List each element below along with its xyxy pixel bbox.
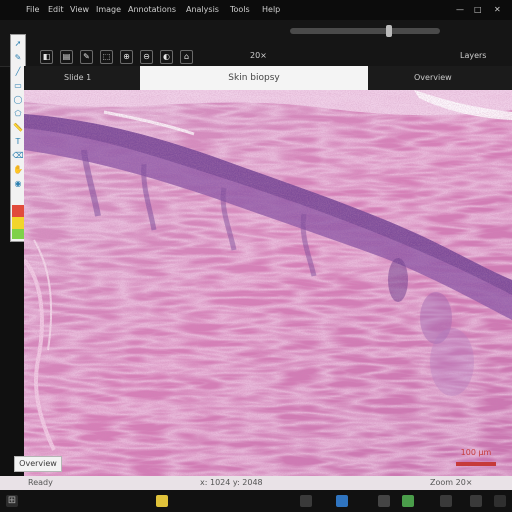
- browser-taskbar-icon[interactable]: [336, 495, 348, 507]
- network-taskbar-icon[interactable]: [402, 495, 414, 507]
- minimize-icon[interactable]: —: [456, 4, 464, 16]
- scale-bar-line: [456, 462, 496, 466]
- notifications-icon[interactable]: [494, 495, 506, 507]
- taskbar: ⊞: [0, 490, 512, 512]
- color-swatch-yellow[interactable]: [12, 217, 24, 229]
- folder-taskbar-icon[interactable]: [156, 495, 168, 507]
- close-icon[interactable]: ✕: [494, 4, 501, 16]
- status-zoom: Zoom 20×: [430, 478, 473, 487]
- folder-icon[interactable]: ◧: [40, 50, 53, 64]
- ruler-icon[interactable]: 📏: [12, 123, 24, 133]
- pen-icon[interactable]: ✎: [80, 50, 93, 64]
- slide-viewer[interactable]: 100 µm: [24, 90, 512, 476]
- menu-bar: File Edit View Image Annotations Analysi…: [0, 0, 512, 20]
- maximize-icon[interactable]: □: [474, 4, 482, 16]
- pen-tool-icon[interactable]: ✎: [12, 53, 24, 63]
- status-left: Ready: [28, 478, 53, 487]
- color-picker-icon[interactable]: ◉: [12, 179, 24, 189]
- pointer-icon[interactable]: ➚: [12, 39, 24, 49]
- contrast-icon[interactable]: ◐: [160, 50, 173, 64]
- ellipse-tool-icon[interactable]: ◯: [12, 95, 24, 105]
- line-tool-icon[interactable]: ╱: [12, 67, 24, 77]
- menu-help[interactable]: Help: [262, 4, 280, 16]
- scale-bar-label: 100 µm: [460, 448, 492, 457]
- grid-icon[interactable]: ▤: [60, 50, 73, 64]
- tab-slide-1[interactable]: Slide 1: [64, 73, 91, 82]
- toolbar: ◧ ▤ ✎ ⬚ ⊕ ⊖ ◐ ⌂ 20× Layers: [0, 20, 512, 67]
- menu-analysis[interactable]: Analysis: [186, 4, 219, 16]
- clock-taskbar-icon[interactable]: [470, 495, 482, 507]
- menu-annotations[interactable]: Annotations: [128, 4, 176, 16]
- magnification-label: 20×: [250, 51, 267, 60]
- menu-image[interactable]: Image: [96, 4, 121, 16]
- tab-skin-biopsy[interactable]: Skin biopsy: [140, 66, 368, 90]
- home-icon[interactable]: ⌂: [180, 50, 193, 64]
- color-swatch-red[interactable]: [12, 205, 24, 217]
- zoom-slider[interactable]: [290, 25, 440, 37]
- polygon-tool-icon[interactable]: ⬠: [12, 109, 24, 119]
- menu-edit[interactable]: Edit: [48, 4, 64, 16]
- color-swatch-green[interactable]: [12, 229, 24, 239]
- text-tool-icon[interactable]: T: [12, 137, 24, 147]
- status-bar: Ready x: 1024 y: 2048 Zoom 20×: [0, 476, 512, 490]
- tab-overview[interactable]: Overview: [414, 73, 452, 82]
- status-coordinates: x: 1024 y: 2048: [200, 478, 263, 487]
- scale-bar: 100 µm: [450, 448, 502, 474]
- layers-label[interactable]: Layers: [460, 51, 486, 60]
- menu-file[interactable]: File: [26, 4, 39, 16]
- start-icon[interactable]: ⊞: [6, 495, 18, 507]
- menu-tools[interactable]: Tools: [230, 4, 250, 16]
- tray-taskbar-icon[interactable]: [378, 495, 390, 507]
- hand-icon[interactable]: ✋: [12, 165, 24, 175]
- zoom-out-icon[interactable]: ⊖: [140, 50, 153, 64]
- zoom-slider-handle[interactable]: [386, 25, 392, 37]
- select-icon[interactable]: ⬚: [100, 50, 113, 64]
- menu-view[interactable]: View: [70, 4, 89, 16]
- app-taskbar-icon[interactable]: [300, 495, 312, 507]
- volume-taskbar-icon[interactable]: [440, 495, 452, 507]
- histology-image: [24, 90, 512, 476]
- overview-button[interactable]: Overview: [14, 456, 62, 472]
- rect-tool-icon[interactable]: ▭: [12, 81, 24, 91]
- eraser-icon[interactable]: ⌫: [12, 151, 24, 161]
- zoom-in-icon[interactable]: ⊕: [120, 50, 133, 64]
